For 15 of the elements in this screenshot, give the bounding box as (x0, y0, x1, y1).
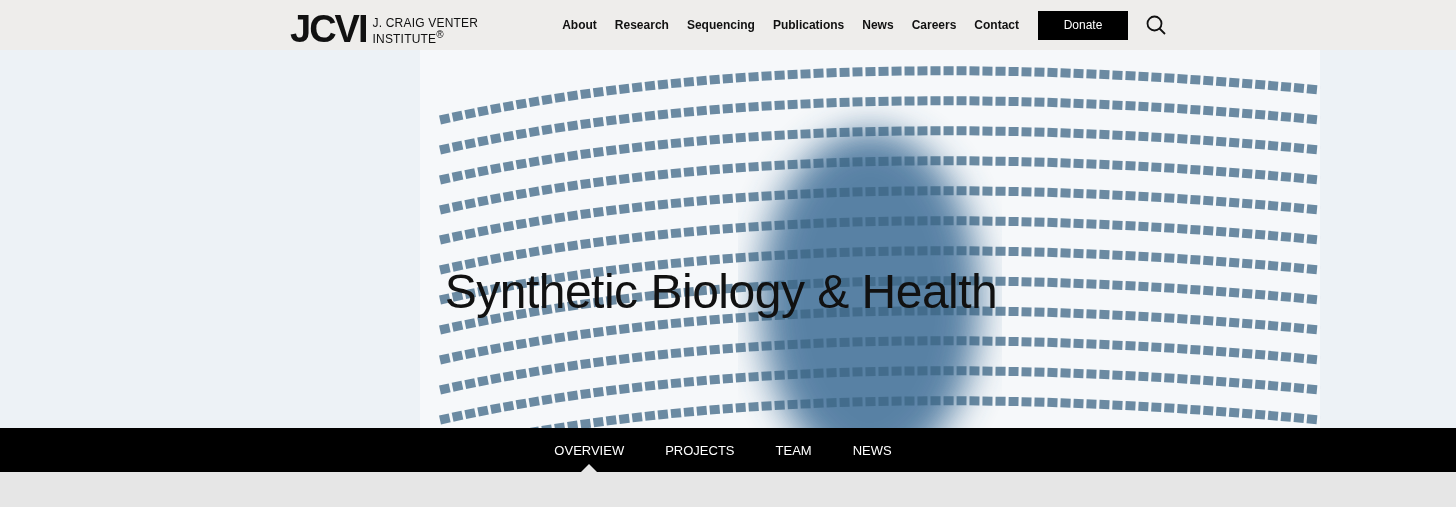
section-tab[interactable]: NEWS (852, 428, 892, 472)
nav-link[interactable]: Research (614, 18, 669, 32)
nav-link[interactable]: Sequencing (686, 18, 755, 32)
section-tab[interactable]: TEAM (775, 428, 812, 472)
section-tab[interactable]: OVERVIEW (554, 428, 625, 472)
nav-link[interactable]: News (862, 18, 894, 32)
nav-link[interactable]: About (562, 18, 597, 32)
logo-name: J. CRAIG VENTER INSTITUTE$^{®}$ (372, 17, 479, 45)
nav-link[interactable]: Contact (974, 18, 1019, 32)
nav-link[interactable]: Publications (772, 18, 845, 32)
section-tab[interactable]: PROJECTS (665, 428, 735, 472)
nav-link[interactable]: Careers (911, 18, 957, 32)
logo-wordmark[interactable]: JCVI (290, 13, 367, 45)
donate-button[interactable]: Donate (1038, 10, 1128, 40)
search-icon[interactable] (1146, 15, 1166, 35)
